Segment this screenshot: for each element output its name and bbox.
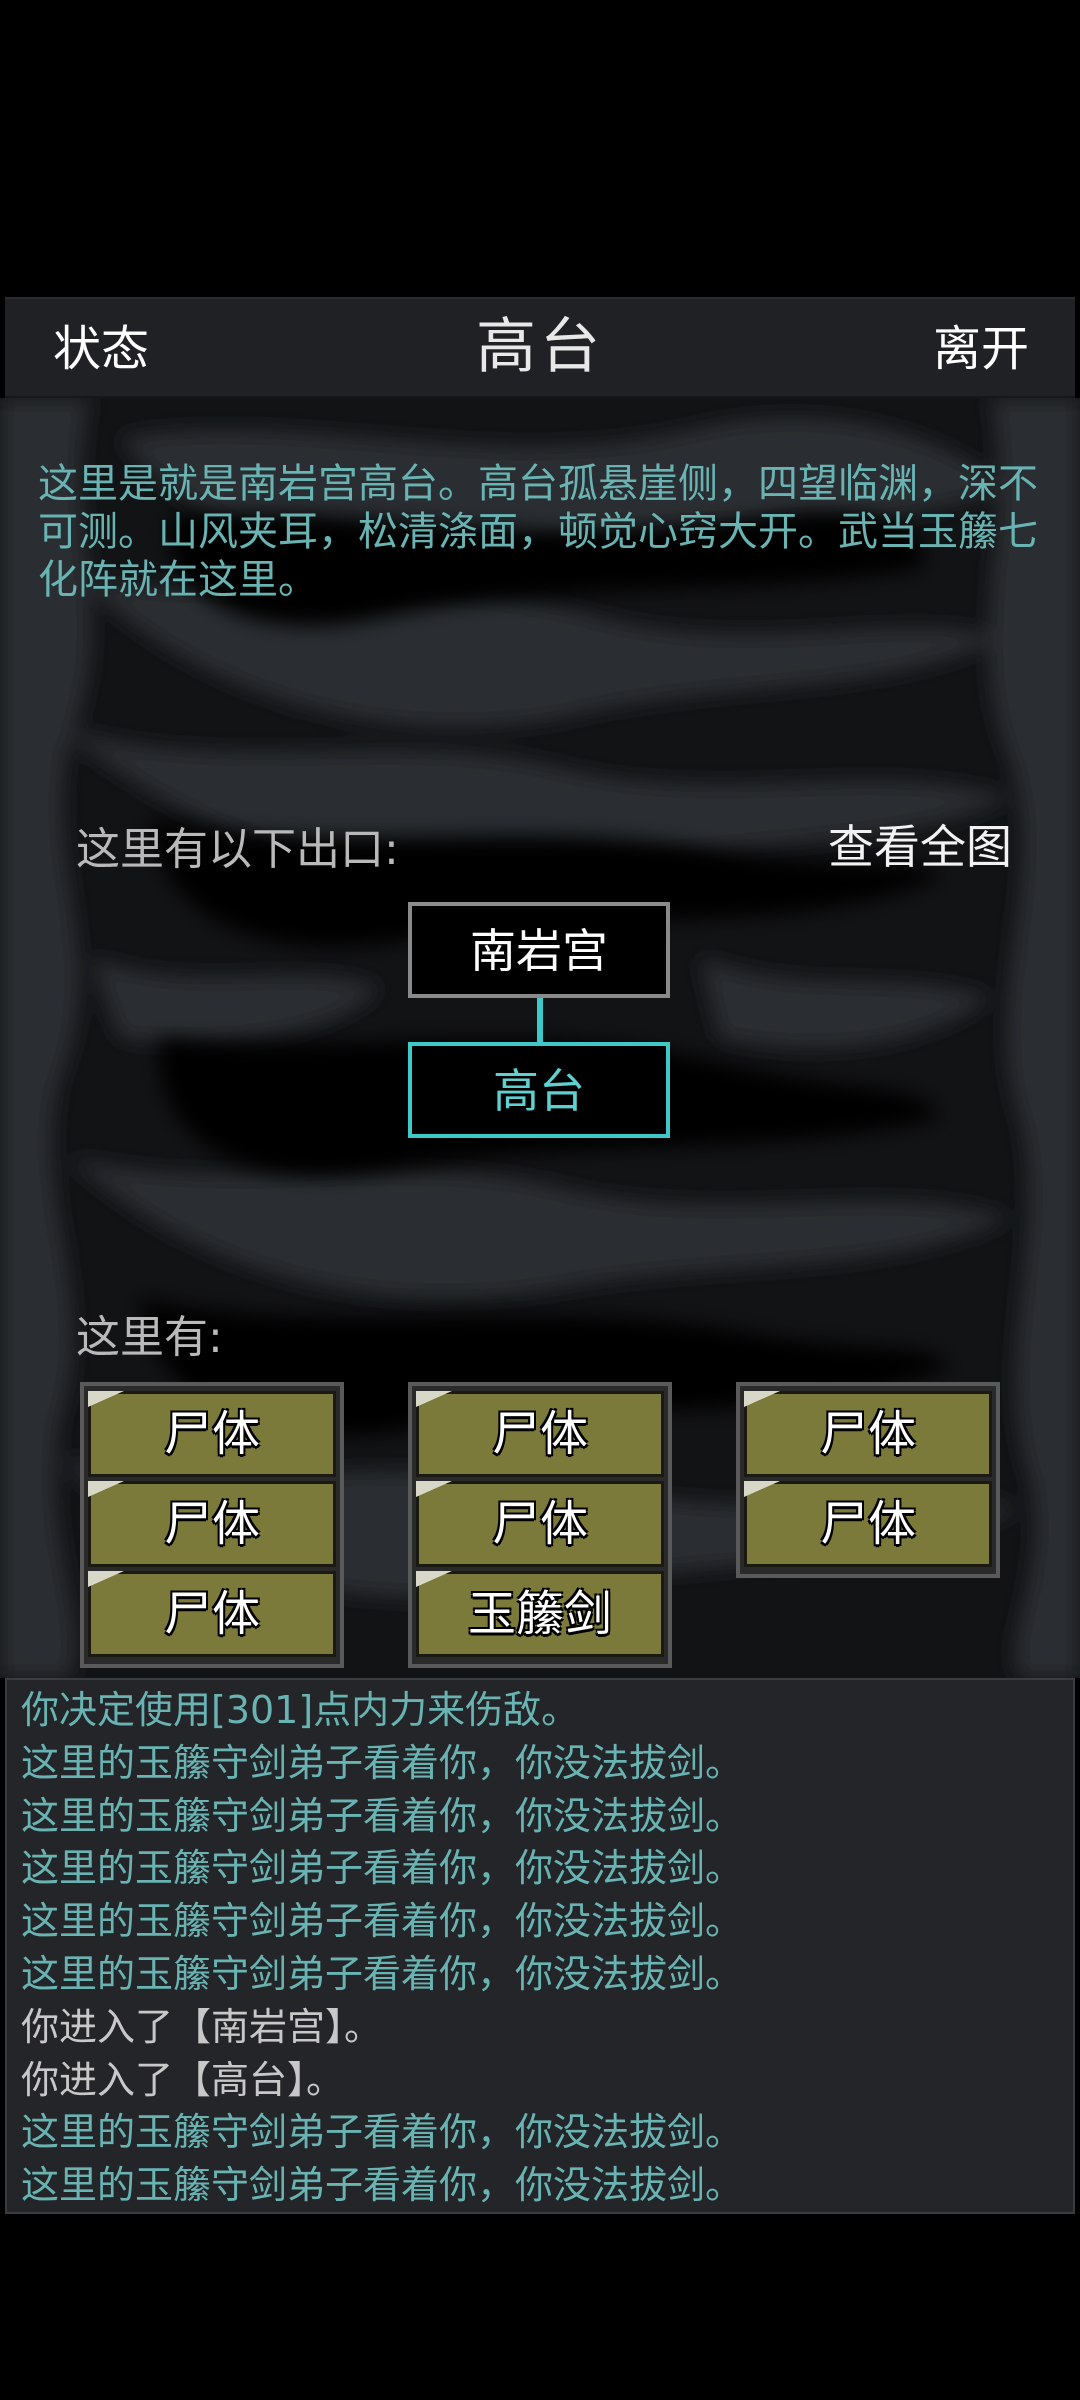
- top-bar: 状态 高台 离开: [5, 297, 1075, 398]
- log-line: 这里的玉籘守剑弟子看着你，你没法拔剑。: [21, 1899, 744, 1944]
- room-description: 这里是就是南岩宫高台。高台孤悬崖侧，四望临渊，深不可测。山风夹耳，松清涤面，顿觉…: [38, 461, 1038, 603]
- exit-room-nanyangong[interactable]: 南岩宫: [408, 902, 670, 998]
- full-map-button[interactable]: 查看全图: [828, 818, 1012, 876]
- log-line: 这里的玉籘守剑弟子看着你，你没法拔剑。: [21, 2110, 744, 2155]
- item-button[interactable]: 尸体: [416, 1391, 664, 1477]
- item-column-2: 尸体 尸体 玉籘剑: [408, 1382, 672, 1668]
- item-button[interactable]: 尸体: [744, 1391, 992, 1477]
- item-button[interactable]: 尸体: [744, 1481, 992, 1567]
- log-line: 这里的玉籘守剑弟子看着你，你没法拔剑。: [21, 1951, 744, 1996]
- exits-label: 这里有以下出口:: [76, 824, 399, 875]
- current-room[interactable]: 高台: [408, 1042, 670, 1138]
- log-line: 这里的玉籘守剑弟子看着你，你没法拔剑。: [21, 1846, 744, 1891]
- log-line: 你进入了【南岩宫】。: [21, 2004, 383, 2049]
- exit-connector: [537, 998, 543, 1042]
- item-button[interactable]: 玉籘剑: [416, 1571, 664, 1657]
- item-button[interactable]: 尸体: [88, 1391, 336, 1477]
- log-line: 你进入了【高台】。: [21, 2057, 345, 2102]
- item-button[interactable]: 尸体: [88, 1481, 336, 1567]
- item-button[interactable]: 尸体: [416, 1481, 664, 1567]
- item-column-3: 尸体 尸体: [736, 1382, 1000, 1578]
- game-screen: 状态 高台 离开 这里是就是南岩宫高台。高台孤悬崖侧，四望临渊，深不可测。山风夹…: [0, 0, 1080, 2400]
- item-button[interactable]: 尸体: [88, 1571, 336, 1657]
- item-column-1: 尸体 尸体 尸体: [80, 1382, 344, 1668]
- message-log[interactable]: 你决定使用[301]点内力来伤敌。 这里的玉籘守剑弟子看着你，你没法拔剑。 这里…: [5, 1678, 1075, 2214]
- log-line: 这里的玉籘守剑弟子看着你，你没法拔剑。: [21, 1740, 744, 1785]
- leave-button[interactable]: 离开: [919, 321, 1029, 377]
- items-label: 这里有:: [76, 1312, 223, 1363]
- room-title: 高台: [476, 312, 604, 382]
- log-line: 这里的玉籘守剑弟子看着你，你没法拔剑。: [21, 2163, 744, 2208]
- log-line: 你决定使用[301]点内力来伤敌。: [21, 1688, 580, 1732]
- room-panel: 这里是就是南岩宫高台。高台孤悬崖侧，四望临渊，深不可测。山风夹耳，松清涤面，顿觉…: [0, 398, 1080, 1678]
- log-line: 这里的玉籘守剑弟子看着你，你没法拔剑。: [21, 1793, 744, 1838]
